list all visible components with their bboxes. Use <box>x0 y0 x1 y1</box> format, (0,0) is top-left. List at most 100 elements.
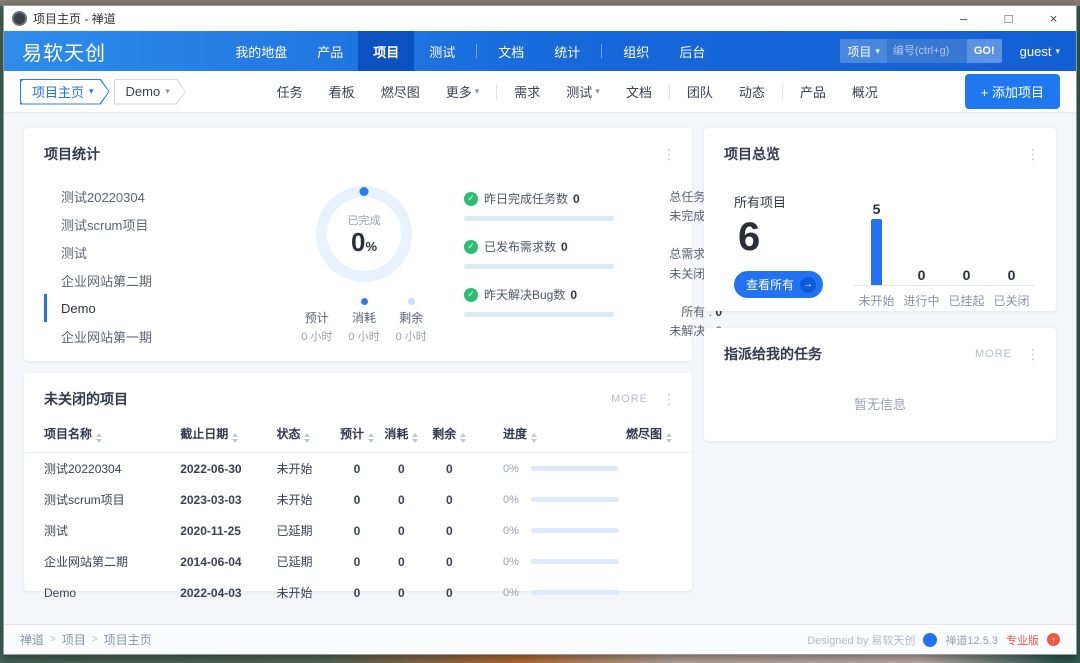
column-header[interactable]: 状态 <box>276 419 334 453</box>
donut-marker-dot <box>360 187 369 196</box>
search-scope-dropdown[interactable]: 项目 ▾ <box>840 39 887 63</box>
project-overview-card: 项目总览 ⋮ 所有项目 6 查看所有 → <box>704 128 1056 311</box>
legend-dot <box>313 298 320 305</box>
edition-link[interactable]: 专业版 <box>1006 632 1039 648</box>
list-item[interactable]: 测试scrum项目 <box>44 210 272 238</box>
project-status-bar-chart: 5 0 0 0 <box>854 178 1034 309</box>
footer-crumb[interactable]: 项目主页 <box>104 631 152 648</box>
toolbar-menu: 任务 看板 燃尽图 更多▾ 需求 测试▾ 文档 团队 动态 产品 概况 <box>264 82 891 101</box>
column-header[interactable]: 剩余 <box>424 419 475 453</box>
tab-kanban[interactable]: 看板 <box>316 82 368 101</box>
more-link[interactable]: MORE <box>975 348 1012 360</box>
progress-bar <box>531 497 619 502</box>
search-input[interactable] <box>887 39 967 63</box>
card-title: 指派给我的任务 <box>724 344 822 364</box>
minimize-button[interactable]: – <box>941 6 986 31</box>
version-label: 禅道12.5.3 <box>945 632 998 648</box>
nav-item-admin[interactable]: 后台 <box>664 31 720 71</box>
progress-bar <box>531 590 619 595</box>
all-projects-count: 6 <box>738 213 854 261</box>
titlebar: 项目主页 - 禅道 – □ × <box>4 6 1076 31</box>
close-button[interactable]: × <box>1031 6 1076 31</box>
tab-burndown[interactable]: 燃尽图 <box>368 82 433 101</box>
bar-doing: 0 <box>899 267 944 285</box>
check-icon: ✓ <box>464 288 478 302</box>
tab-dynamic[interactable]: 动态 <box>726 82 778 101</box>
metric-tasks-done: ✓ 昨日完成任务数 0 <box>464 190 614 221</box>
kebab-menu-icon[interactable]: ⋮ <box>1026 147 1040 161</box>
check-icon: ✓ <box>464 192 478 206</box>
maximize-button[interactable]: □ <box>986 6 1031 31</box>
kebab-menu-icon[interactable]: ⋮ <box>1026 347 1040 361</box>
sort-icon <box>460 433 466 443</box>
nav-item-org[interactable]: 组织 <box>608 31 664 71</box>
column-header[interactable]: 截止日期 <box>180 419 276 453</box>
progress-bar <box>464 264 614 269</box>
metrics-list: ✓ 昨日完成任务数 0 ✓ 已发布需求数 0 <box>448 176 622 354</box>
status-badge: 未开始 <box>276 453 334 485</box>
app-icon <box>12 11 27 26</box>
list-item[interactable]: 测试20220304 <box>44 182 272 210</box>
project-toolbar: 项目主页 ▾ Demo ▾ 任务 看板 燃尽图 更多▾ 需求 测试▾ 文档 团队… <box>4 71 1076 113</box>
brand-logo[interactable]: 易软天创 <box>4 37 124 66</box>
toolbar-divider <box>496 85 497 99</box>
column-header[interactable]: 预计 <box>335 419 379 453</box>
list-item[interactable]: 企业网站第一期 <box>44 322 272 350</box>
footer-crumb[interactable]: 项目 <box>62 631 86 648</box>
nav-item-my[interactable]: 我的地盘 <box>220 31 302 71</box>
unclosed-projects-card: 未关闭的项目 MORE ⋮ 项目名称 截止日期 状态 预计 消耗 剩余 进度 <box>24 373 692 591</box>
tab-story[interactable]: 需求 <box>501 82 553 101</box>
sort-icon <box>368 433 374 443</box>
chevron-down-icon: ▾ <box>165 86 170 97</box>
upgrade-icon[interactable]: ↑ <box>1047 633 1060 646</box>
nav-item-stats[interactable]: 统计 <box>539 31 595 71</box>
kebab-menu-icon[interactable]: ⋮ <box>662 147 676 161</box>
tab-test[interactable]: 测试▾ <box>553 82 613 101</box>
more-link[interactable]: MORE <box>611 393 648 405</box>
column-header[interactable]: 进度 <box>475 419 626 453</box>
kebab-menu-icon[interactable]: ⋮ <box>662 392 676 406</box>
nav-menu: 我的地盘 产品 项目 测试 文档 统计 组织 后台 <box>220 31 720 71</box>
list-item[interactable]: 测试 <box>44 238 272 266</box>
status-badge: 已延期 <box>276 515 334 546</box>
list-item-active[interactable]: Demo <box>44 294 272 322</box>
bar-suspended: 0 <box>944 267 989 285</box>
list-item[interactable]: 企业网站第二期 <box>44 266 272 294</box>
chevron-down-icon: ▾ <box>1055 46 1060 57</box>
nav-item-doc[interactable]: 文档 <box>483 31 539 71</box>
tab-doc[interactable]: 文档 <box>613 82 665 101</box>
progress-bar <box>531 559 619 564</box>
tab-product[interactable]: 产品 <box>787 82 839 101</box>
legend-dot <box>361 298 368 305</box>
tab-overview[interactable]: 概况 <box>839 82 891 101</box>
tab-task[interactable]: 任务 <box>264 82 316 101</box>
nav-item-test[interactable]: 测试 <box>414 31 470 71</box>
app-window: 项目主页 - 禅道 – □ × 易软天创 我的地盘 产品 项目 测试 文档 统计… <box>3 5 1077 655</box>
sort-icon <box>304 433 310 443</box>
crumb-current-project[interactable]: Demo ▾ <box>114 79 186 105</box>
table-row[interactable]: Demo 2022-04-03 未开始 0 0 0 0% <box>24 577 692 608</box>
my-tasks-card: 指派给我的任务 MORE ⋮ 暂无信息 <box>704 328 1056 441</box>
table-row[interactable]: 测试20220304 2022-06-30 未开始 0 0 0 0% <box>24 453 692 485</box>
tab-more[interactable]: 更多▾ <box>433 82 493 101</box>
crumb-project-home[interactable]: 项目主页 ▾ <box>20 79 110 105</box>
sort-icon <box>96 433 102 443</box>
global-search: 项目 ▾ GO! <box>840 39 1001 63</box>
progress-bar <box>531 466 619 471</box>
column-header[interactable]: 项目名称 <box>24 419 180 453</box>
donut-legend: 预计 0 小时 消耗 0 小时 剩余 0 小时 <box>301 298 427 344</box>
table-row[interactable]: 测试scrum项目 2023-03-03 未开始 0 0 0 0% <box>24 484 692 515</box>
column-header[interactable]: 燃尽图 <box>626 419 692 453</box>
column-header[interactable]: 消耗 <box>379 419 423 453</box>
add-project-button[interactable]: + 添加项目 <box>965 74 1060 109</box>
user-menu[interactable]: guest ▾ <box>1020 44 1060 59</box>
arrow-right-icon: → <box>800 277 816 293</box>
tab-team[interactable]: 团队 <box>674 82 726 101</box>
table-row[interactable]: 测试 2020-11-25 已延期 0 0 0 0% <box>24 515 692 546</box>
go-button[interactable]: GO! <box>967 39 1002 63</box>
table-row[interactable]: 企业网站第二期 2014-06-04 已延期 0 0 0 0% <box>24 546 692 577</box>
footer-crumb[interactable]: 禅道 <box>20 631 44 648</box>
nav-item-project[interactable]: 项目 <box>358 31 414 71</box>
view-all-button[interactable]: 查看所有 → <box>734 271 823 298</box>
nav-item-product[interactable]: 产品 <box>302 31 358 71</box>
